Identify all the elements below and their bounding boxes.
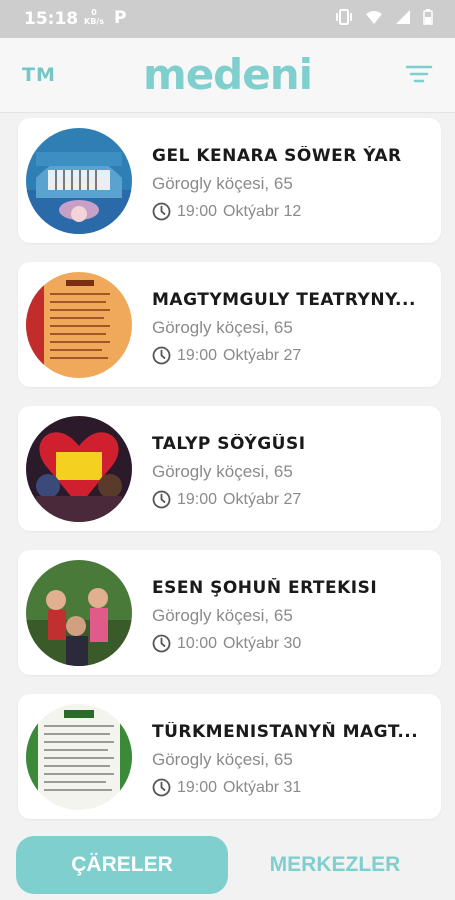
- signal-icon: [396, 10, 410, 24]
- clock-icon: [152, 778, 171, 797]
- event-date: Oktýabr 27: [223, 346, 302, 364]
- event-card[interactable]: TALYP SÖÝGÜSI Görogly köçesi, 65 19:00 O…: [18, 406, 441, 531]
- event-time: 19:00: [177, 202, 218, 220]
- event-time: 19:00: [177, 490, 218, 508]
- event-title: GEL KENARA SÖWER ÝAR: [152, 146, 402, 166]
- event-address: Görogly köçesi, 65: [152, 750, 293, 769]
- event-title: TÜRKMENISTANYŇ MAGT...: [152, 722, 419, 742]
- event-card[interactable]: GEL KENARA SÖWER ÝAR Görogly köçesi, 65 …: [18, 118, 441, 243]
- clock-icon: [152, 490, 171, 509]
- event-datetime: 19:00 Oktýabr 27: [152, 490, 301, 509]
- event-datetime: 10:00 Oktýabr 30: [152, 634, 301, 653]
- event-datetime: 19:00 Oktýabr 31: [152, 778, 301, 797]
- data-rate-unit: KB/s: [84, 17, 104, 26]
- event-thumbnail: [26, 560, 132, 666]
- event-title: TALYP SÖÝGÜSI: [152, 434, 306, 454]
- event-thumbnail: [26, 272, 132, 378]
- event-card[interactable]: MAGTYMGULY TEATRYNY... Görogly köçesi, 6…: [18, 262, 441, 387]
- event-card[interactable]: ESEN ŞOHUŇ ERTEKISI Görogly köçesi, 65 1…: [18, 550, 441, 675]
- event-datetime: 19:00 Oktýabr 27: [152, 346, 301, 365]
- vibrate-icon: [336, 9, 352, 25]
- app-logo: medeni: [142, 50, 313, 99]
- event-address: Görogly köçesi, 65: [152, 462, 293, 481]
- bottom-navigation: ÇÄRELER MERKEZLER: [0, 826, 455, 900]
- data-rate: 0 KB/s: [84, 8, 104, 26]
- battery-icon: [423, 9, 433, 25]
- wifi-icon: [366, 11, 382, 24]
- event-time: 19:00: [177, 778, 218, 796]
- data-rate-value: 0: [91, 8, 97, 17]
- event-title: MAGTYMGULY TEATRYNY...: [152, 290, 416, 310]
- event-address: Görogly köçesi, 65: [152, 174, 293, 193]
- event-date: Oktýabr 30: [223, 634, 302, 652]
- event-card[interactable]: TÜRKMENISTANYŇ MAGT... Görogly köçesi, 6…: [18, 694, 441, 819]
- status-bar: 15:18 0 KB/s P: [0, 0, 455, 38]
- clock-icon: [152, 346, 171, 365]
- clock-icon: [152, 634, 171, 653]
- event-date: Oktýabr 12: [223, 202, 302, 220]
- event-list: GEL KENARA SÖWER ÝAR Görogly köçesi, 65 …: [18, 118, 441, 838]
- event-title: ESEN ŞOHUŇ ERTEKISI: [152, 578, 378, 598]
- event-date: Oktýabr 31: [223, 778, 302, 796]
- event-time: 19:00: [177, 346, 218, 364]
- tab-centers[interactable]: MERKEZLER: [240, 836, 430, 894]
- tab-events[interactable]: ÇÄRELER: [16, 836, 228, 894]
- event-thumbnail: [26, 416, 132, 522]
- event-time: 10:00: [177, 634, 218, 652]
- event-thumbnail: [26, 128, 132, 234]
- event-date: Oktýabr 27: [223, 490, 302, 508]
- event-address: Görogly köçesi, 65: [152, 606, 293, 625]
- status-icons: [335, 9, 433, 25]
- app-bar: TM medeni: [0, 38, 455, 113]
- event-address: Görogly köçesi, 65: [152, 318, 293, 337]
- event-thumbnail: [26, 704, 132, 810]
- status-time: 15:18: [24, 9, 79, 29]
- clock-icon: [152, 202, 171, 221]
- event-datetime: 19:00 Oktýabr 12: [152, 202, 301, 221]
- carrier-letter: P: [114, 8, 127, 28]
- filter-icon[interactable]: [405, 62, 433, 86]
